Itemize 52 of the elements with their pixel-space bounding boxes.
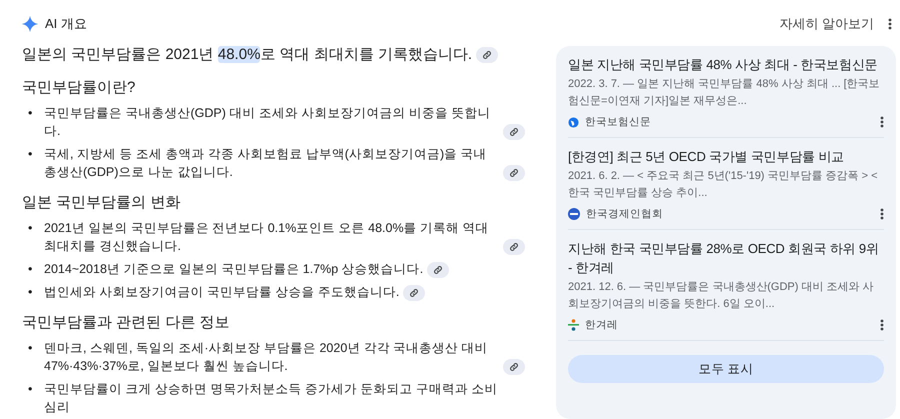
link-chip[interactable] — [503, 239, 525, 255]
bullet-text: 국세, 지방세 등 조세 총액과 각종 사회보험료 납부액(사회보장기여금)을 국내총생산(GDP)으로 나눈 값입니다. — [44, 146, 488, 181]
bullet-marker: • — [28, 284, 34, 301]
link-icon — [409, 288, 420, 298]
bullet-marker: • — [28, 261, 34, 278]
more-icon[interactable] — [888, 18, 892, 30]
source-snippet: 2022. 3. 7. — 일본 지난해 국민부담률 48% 사상 최대 ... [한국보험신문=이연재 기자]일본 재무성은... — [568, 77, 881, 109]
source-site: 한국경제인협회 — [586, 207, 664, 221]
source-title[interactable]: 일본 지난해 국민부담률 48% 사상 최대 - 한국보험신문 — [568, 55, 884, 74]
site-logo-icon — [568, 319, 579, 331]
overview-title: AI 개요 — [45, 15, 87, 33]
link-icon — [509, 242, 519, 252]
show-all-button[interactable]: 모두 표시 — [568, 355, 884, 383]
learn-more-link[interactable]: 자세히 알아보기 — [779, 15, 874, 33]
link-icon — [433, 265, 444, 275]
section-heading: 국민부담률과 관련된 다른 정보 — [22, 313, 231, 333]
link-chip[interactable] — [476, 47, 498, 64]
link-chip[interactable] — [503, 124, 525, 140]
more-icon[interactable] — [880, 208, 884, 220]
source-site: 한국보험신문 — [585, 115, 652, 129]
link-icon — [482, 50, 492, 60]
bullet-text: 법인세와 사회보장기여금이 국민부담률 상승을 주도했습니다. — [44, 284, 400, 301]
bullet-marker: • — [28, 340, 34, 357]
link-icon — [509, 362, 519, 372]
source-snippet: 2021. 6. 2. — < 주요국 최근 5년('15-'19) 국민부담률 증감폭 > < 한국 국민부담률 상승 추이... — [568, 169, 879, 201]
bullet-text: 덴마크, 스웨덴, 독일의 조세·사회보장 부담률은 2020년 각각 국내총생산 대비 47%·43%·37%로, 일본보다 훨씬 높습니다. — [44, 340, 489, 375]
site-logo-icon — [568, 208, 580, 220]
bullet-text: 국민부담률이 크게 상승하면 명목가처분소득 증가세가 둔화되고 구매력과 소비심리 — [44, 381, 498, 416]
bullet-marker: • — [28, 146, 34, 163]
link-chip[interactable] — [503, 165, 525, 181]
source-title[interactable]: 지난해 한국 국민부담률 28%로 OECD 회원국 하위 9위 - 한겨레 — [568, 239, 884, 277]
source-title[interactable]: [한경연] 최근 5년 OECD 국가별 국민부담률 비교 — [568, 147, 884, 166]
link-icon — [509, 168, 519, 178]
bullet-text: 2014~2018년 기준으로 일본의 국민부담률은 1.7%p 상승했습니다. — [44, 261, 424, 278]
link-icon — [509, 127, 519, 137]
source-site: 한겨레 — [585, 318, 619, 332]
section-heading: 일본 국민부담률의 변화 — [22, 193, 182, 213]
bullet-text: 국민부담률은 국내총생산(GDP) 대비 조세와 사회보장기여금의 비중을 뜻합니다. — [44, 105, 492, 140]
bullet-text: 2021년 일본의 국민부담률은 전년보다 0.1%포인트 오른 48.0%를 기록해 역대 최대치를 경신했습니다. — [44, 220, 490, 255]
source-snippet: 2021. 12. 6. — 국민부담률은 국내총생산(GDP) 대비 조세와 사회보장기여금의 비중을 뜻한다. 6일 오이... — [568, 280, 875, 312]
link-chip[interactable] — [503, 359, 525, 375]
link-chip[interactable] — [403, 285, 426, 301]
more-icon[interactable] — [880, 116, 884, 128]
sparkle-icon — [21, 15, 39, 33]
bullet-marker: • — [28, 105, 34, 122]
bullet-marker: • — [28, 220, 34, 237]
section-heading: 국민부담률이란? — [22, 78, 136, 98]
bullet-marker: • — [28, 381, 34, 398]
more-icon[interactable] — [880, 319, 884, 331]
link-chip[interactable] — [427, 262, 450, 278]
headline: 일본의 국민부담률은 2021년 48.0%로 역대 최대치를 기록했습니다. — [22, 44, 532, 66]
globe-icon — [568, 116, 579, 128]
